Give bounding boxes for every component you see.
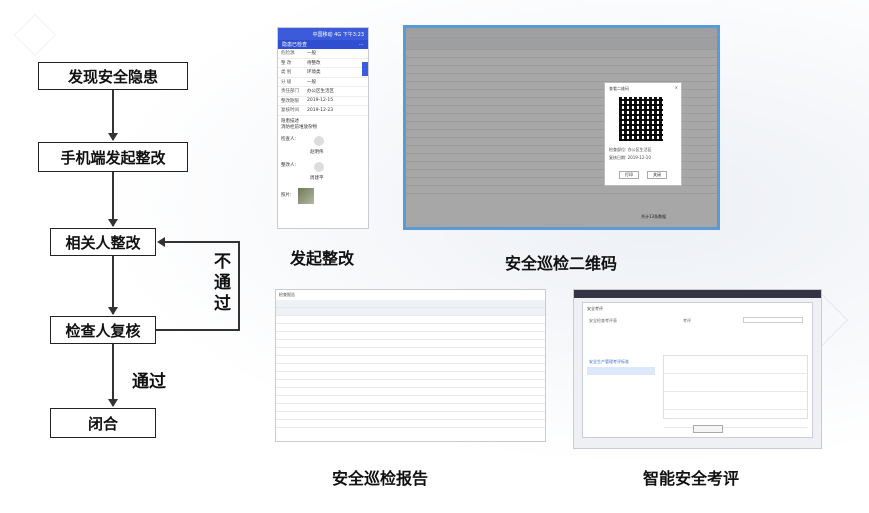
phone-photo: 照片: (278, 187, 368, 212)
table-row (276, 388, 545, 396)
side-tab[interactable] (362, 62, 368, 76)
phone-screenshot: 中国移动 4G 下午3:23 隐患已检查 ⋯ 危险源 一般 整 改待整改 类 别环… (277, 27, 369, 229)
table-row (664, 374, 807, 392)
phone-row: 危险源 一般 (278, 49, 368, 59)
table-row (276, 348, 545, 356)
table-row (276, 412, 545, 420)
avatar (314, 135, 324, 146)
hazard-photo[interactable] (298, 187, 314, 204)
phone-status-bar: 中国移动 4G 下午3:23 (278, 28, 368, 40)
phone-inspector: 检查人: 赵明伟 (281, 135, 324, 155)
assessment-section: 安全生产管理考评标准 (589, 359, 629, 364)
table-row (664, 410, 807, 428)
flow-loop-line (156, 329, 240, 331)
qrcode-screenshot: 共计13条数据 查看二维码 × 检查部位: 办公区生活区 复核日期: 2019-… (403, 25, 720, 230)
assessment-table (663, 355, 808, 428)
table-row (276, 324, 545, 332)
report-window-title: 检查报告 (279, 292, 295, 297)
assessment-title: 安全考评 (587, 306, 603, 311)
flow-arrow (108, 90, 118, 141)
phone-nav-bar: 隐患已检查 ⋯ (278, 40, 368, 49)
table-row (276, 404, 545, 412)
assessment-submit-button[interactable] (693, 425, 723, 433)
table-row (276, 372, 545, 380)
table-row (276, 364, 545, 372)
assessment-titlebar (574, 290, 821, 298)
phone-row: 类 别环境类 (278, 68, 368, 78)
assessment-field: 考评 (683, 318, 691, 323)
qr-modal: 查看二维码 × 检查部位: 办公区生活区 复核日期: 2019-12-10 打印… (604, 82, 682, 186)
qr-modal-title: 查看二维码 (609, 86, 629, 91)
qr-code-icon (619, 97, 663, 141)
flow-pass-label: 通过 (132, 372, 166, 392)
assessment-field: 安全检查考评表 (589, 318, 617, 323)
flow-loop-line (238, 241, 240, 331)
flow-loop-line (164, 241, 240, 243)
phone-row: 责任部门 办公区生活区 (278, 87, 368, 97)
phone-nav-title: 隐患已检查 (282, 42, 308, 48)
phone-rectifier: 整改人: 周建平 (281, 161, 324, 181)
assessment-dialog: 安全考评 安全检查考评表 考评 安全生产管理考评标准 (582, 302, 813, 438)
caption-qrcode: 安全巡检二维码 (505, 254, 618, 273)
flow-arrow (108, 256, 118, 315)
phone-row: 整改期限 2019-12-15 (278, 97, 368, 106)
qr-info-line: 检查部位: 办公区生活区 (609, 147, 652, 152)
caption-assessment: 智能安全考评 (643, 469, 740, 488)
phone-row: 分 级一般 (278, 78, 368, 87)
table-row (276, 316, 545, 324)
table-row (664, 356, 807, 374)
phone-row: 整 改待整改 (278, 59, 368, 68)
phone-description: 隐患描述 消防栓前堆放杂物 (281, 118, 317, 130)
table-header (276, 308, 545, 316)
flow-step-rectify: 相关人整改 (50, 228, 156, 256)
flow-step-find-hazard: 发现安全隐患 (38, 62, 188, 90)
flow-step-review: 检查人复核 (50, 316, 156, 344)
print-button[interactable]: 打印 (619, 171, 639, 179)
assessment-screenshot: 安全考评 安全检查考评表 考评 安全生产管理考评标准 (573, 289, 822, 449)
table-row (276, 420, 545, 428)
flow-arrow (108, 344, 118, 407)
table-row (276, 356, 545, 364)
table-row (664, 392, 807, 410)
table-toolbar (276, 300, 545, 308)
assessment-input[interactable] (743, 317, 803, 323)
close-button[interactable]: 关闭 (647, 171, 667, 179)
flow-step-mobile-initiate: 手机端发起整改 (38, 142, 188, 172)
flow-arrow (108, 172, 118, 227)
table-row (276, 340, 545, 348)
report-screenshot: 检查报告 (275, 289, 546, 442)
assessment-tree-item[interactable] (587, 367, 655, 375)
flow-fail-label: 不 通 过 (214, 252, 231, 314)
table-footer: 共计13条数据 (641, 214, 667, 219)
qr-info-line: 复核日期: 2019-12-10 (609, 155, 651, 160)
close-icon[interactable]: × (675, 85, 678, 90)
caption-report: 安全巡检报告 (332, 469, 429, 488)
table-row (276, 396, 545, 404)
flow-step-close: 闭合 (50, 408, 156, 438)
avatar (314, 161, 324, 172)
table-row (276, 332, 545, 340)
phone-row: 复核时间 2019-12-23 (278, 106, 368, 116)
caption-phone: 发起整改 (290, 249, 355, 268)
flow-loop-arrowhead (157, 237, 165, 247)
more-icon[interactable]: ⋯ (359, 42, 364, 48)
table-row (276, 380, 545, 388)
